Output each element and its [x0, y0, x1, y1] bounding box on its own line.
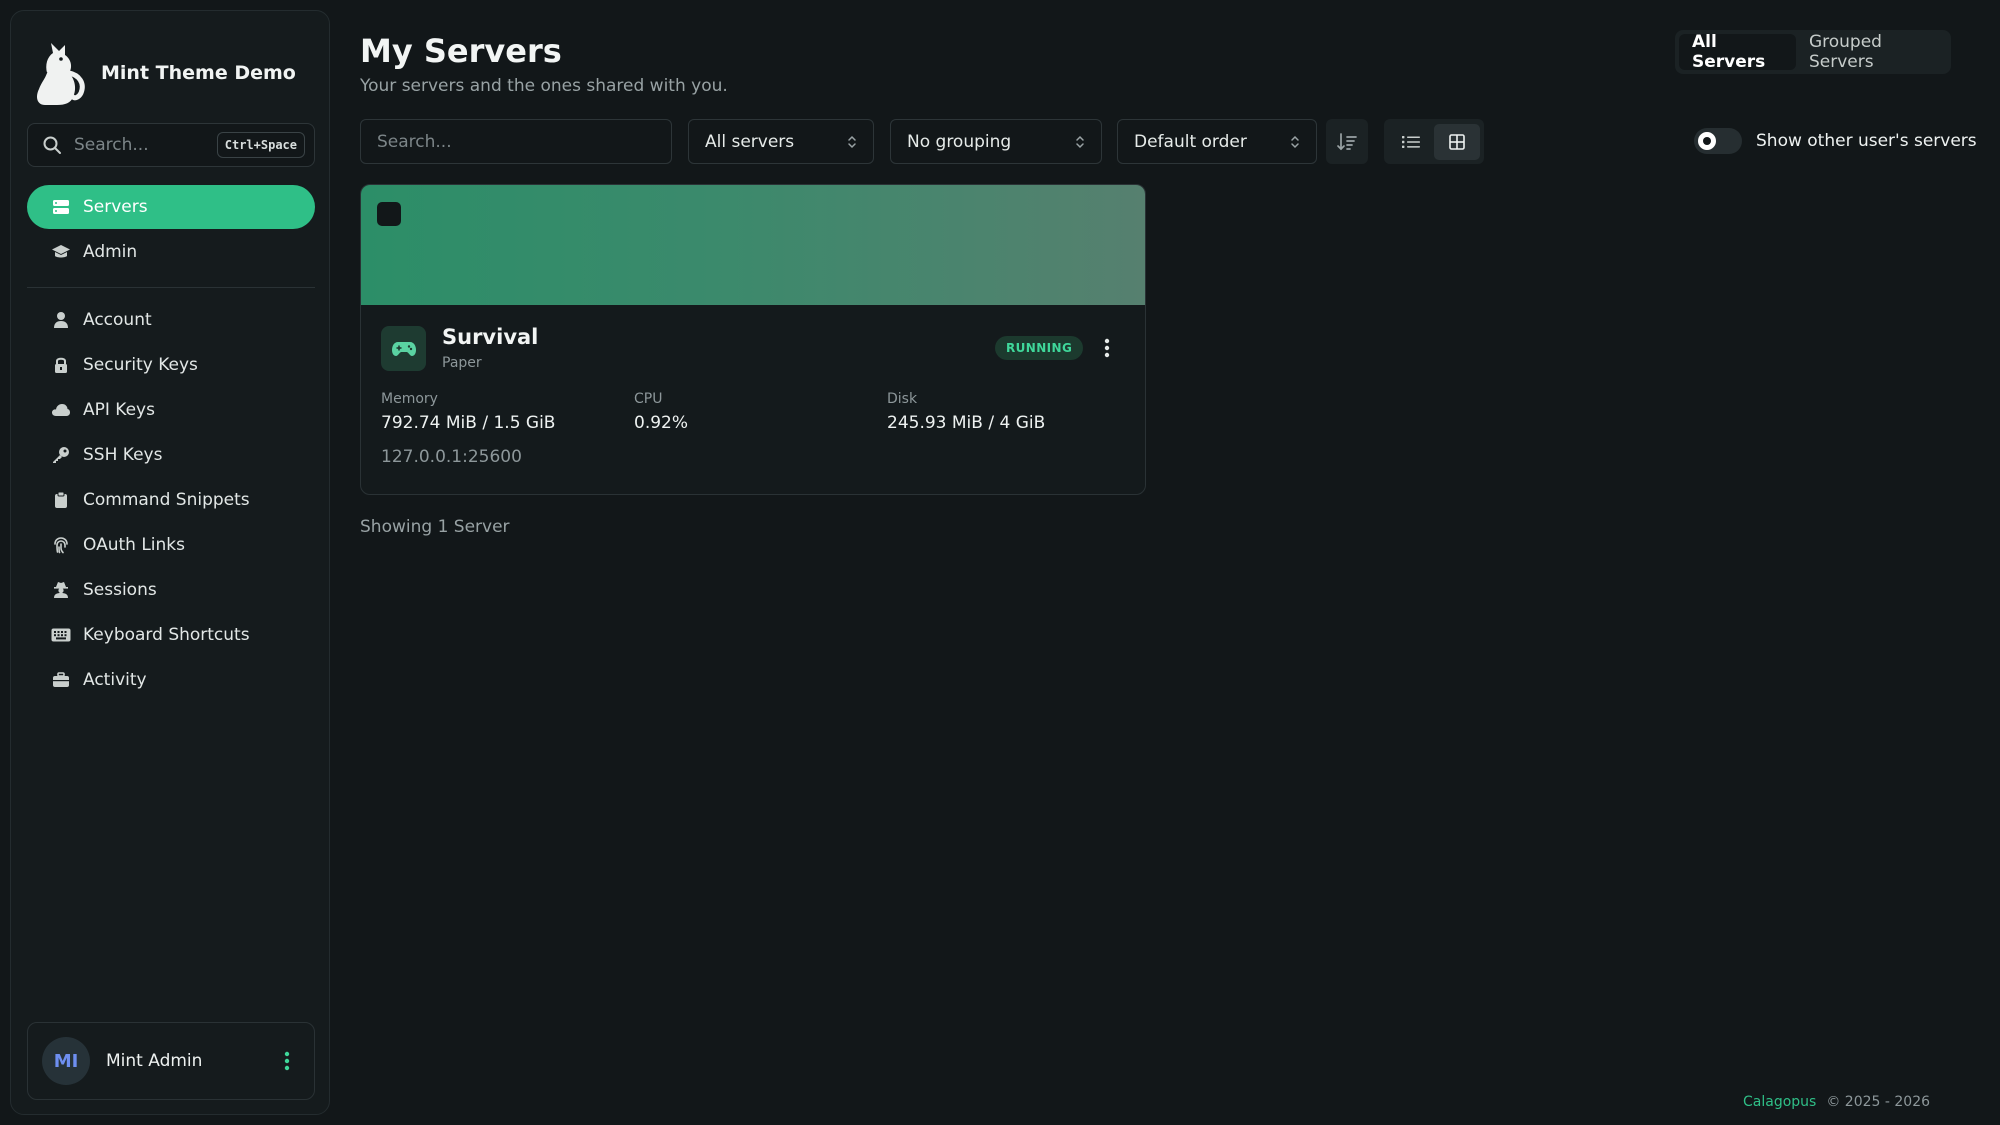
- avatar: MI: [42, 1037, 90, 1085]
- sidebar-item-label: Servers: [83, 197, 148, 217]
- keyboard-icon: [51, 625, 71, 645]
- sidebar-item-label: Command Snippets: [83, 490, 250, 510]
- sidebar-item-label: Activity: [83, 670, 147, 690]
- tab-all-servers[interactable]: All Servers: [1679, 32, 1796, 72]
- order-select[interactable]: Default order: [1117, 119, 1317, 164]
- sidebar-item-activity[interactable]: Activity: [27, 658, 315, 702]
- user-icon: [51, 310, 71, 330]
- user-secret-icon: [51, 580, 71, 600]
- sidebar-item-keyboard-shortcuts[interactable]: Keyboard Shortcuts: [27, 613, 315, 657]
- sidebar-divider: [27, 287, 315, 288]
- show-others-label: Show other user's servers: [1756, 131, 1977, 151]
- sidebar-item-api-keys[interactable]: API Keys: [27, 388, 315, 432]
- sidebar-item-label: Sessions: [83, 580, 157, 600]
- search-placeholder: Search...: [377, 131, 452, 152]
- memory-value: 792.74 MiB / 1.5 GiB: [381, 413, 556, 433]
- sidebar-item-label: Account: [83, 310, 152, 330]
- sidebar-item-admin[interactable]: Admin: [27, 230, 315, 274]
- disk-value: 245.93 MiB / 4 GiB: [887, 413, 1046, 433]
- list-icon: [1402, 135, 1420, 149]
- briefcase-icon: [51, 670, 71, 690]
- kebab-menu-icon[interactable]: [1104, 337, 1110, 359]
- order-value: Default order: [1134, 131, 1247, 152]
- key-icon: [51, 445, 71, 465]
- user-name: Mint Admin: [106, 1051, 203, 1071]
- footer: Calagopus © 2025 - 2026: [1743, 1094, 1930, 1110]
- sidebar: Mint Theme Demo Search... Ctrl+Space Ser…: [10, 10, 330, 1115]
- cpu-value: 0.92%: [634, 413, 689, 433]
- gamepad-icon: [381, 326, 426, 371]
- sidebar-search[interactable]: Search... Ctrl+Space: [27, 123, 315, 167]
- server-select-checkbox[interactable]: [377, 202, 401, 226]
- server-search-input[interactable]: Search...: [360, 119, 672, 164]
- sidebar-item-command-snippets[interactable]: Command Snippets: [27, 478, 315, 522]
- copyright-text: © 2025 - 2026: [1826, 1094, 1931, 1110]
- kebab-menu-icon[interactable]: [284, 1050, 290, 1072]
- server-address[interactable]: 127.0.0.1:25600: [381, 447, 522, 467]
- server-type: Paper: [442, 355, 482, 371]
- account-nav: Account Security Keys API Keys SSH Keys …: [27, 298, 315, 703]
- view-mode-toggle: [1384, 119, 1484, 164]
- app-name: Mint Theme Demo: [101, 62, 296, 84]
- results-count: Showing 1 Server: [360, 517, 510, 537]
- brand[interactable]: Mint Theme Demo: [31, 39, 296, 107]
- show-others-toggle[interactable]: [1694, 128, 1742, 154]
- tab-grouped-servers[interactable]: Grouped Servers: [1796, 32, 1947, 72]
- select-chevrons-icon: [847, 134, 857, 150]
- fox-logo-icon: [31, 39, 87, 107]
- server-card[interactable]: Survival Paper RUNNING Memory 792.74 MiB…: [360, 184, 1146, 495]
- cloud-icon: [51, 400, 71, 420]
- memory-label: Memory: [381, 391, 438, 407]
- filter-value: All servers: [705, 131, 795, 152]
- status-badge: RUNNING: [995, 336, 1084, 360]
- disk-label: Disk: [887, 391, 918, 407]
- primary-nav: Servers Admin: [27, 185, 315, 275]
- clipboard-icon: [51, 490, 71, 510]
- sidebar-item-oauth-links[interactable]: OAuth Links: [27, 523, 315, 567]
- sidebar-search-placeholder: Search...: [74, 135, 149, 155]
- server-view-tabs: All Servers Grouped Servers: [1675, 30, 1951, 74]
- user-card[interactable]: MI Mint Admin: [27, 1022, 315, 1100]
- sidebar-item-label: Security Keys: [83, 355, 198, 375]
- sort-direction-button[interactable]: [1326, 119, 1368, 164]
- select-chevrons-icon: [1075, 134, 1085, 150]
- sidebar-item-label: OAuth Links: [83, 535, 185, 555]
- filter-select[interactable]: All servers: [688, 119, 874, 164]
- grouping-select[interactable]: No grouping: [890, 119, 1102, 164]
- sidebar-item-account[interactable]: Account: [27, 298, 315, 342]
- grid-icon: [1449, 133, 1465, 150]
- show-others-toggle-group: Show other user's servers: [1694, 128, 1977, 154]
- server-name[interactable]: Survival: [442, 325, 538, 349]
- select-chevrons-icon: [1290, 134, 1300, 150]
- sidebar-item-label: SSH Keys: [83, 445, 163, 465]
- footer-link[interactable]: Calagopus: [1743, 1094, 1816, 1110]
- server-icon: [51, 197, 71, 217]
- sidebar-item-security-keys[interactable]: Security Keys: [27, 343, 315, 387]
- search-icon: [42, 135, 62, 155]
- sort-descending-icon: [1336, 132, 1358, 152]
- graduation-cap-icon: [51, 242, 71, 262]
- toggle-knob: [1698, 132, 1716, 150]
- grid-view-button[interactable]: [1434, 123, 1480, 160]
- grouping-value: No grouping: [907, 131, 1012, 152]
- page-title: My Servers: [360, 32, 562, 70]
- cpu-label: CPU: [634, 391, 663, 407]
- sidebar-item-ssh-keys[interactable]: SSH Keys: [27, 433, 315, 477]
- lock-icon: [51, 355, 71, 375]
- fingerprint-icon: [51, 535, 71, 555]
- list-view-button[interactable]: [1388, 124, 1434, 160]
- page-subtitle: Your servers and the ones shared with yo…: [360, 76, 728, 96]
- sidebar-item-sessions[interactable]: Sessions: [27, 568, 315, 612]
- server-card-banner: [361, 185, 1145, 305]
- search-shortcut-badge: Ctrl+Space: [216, 132, 305, 158]
- sidebar-item-label: API Keys: [83, 400, 155, 420]
- sidebar-item-label: Admin: [83, 242, 138, 262]
- sidebar-item-servers[interactable]: Servers: [27, 185, 315, 229]
- sidebar-item-label: Keyboard Shortcuts: [83, 625, 250, 645]
